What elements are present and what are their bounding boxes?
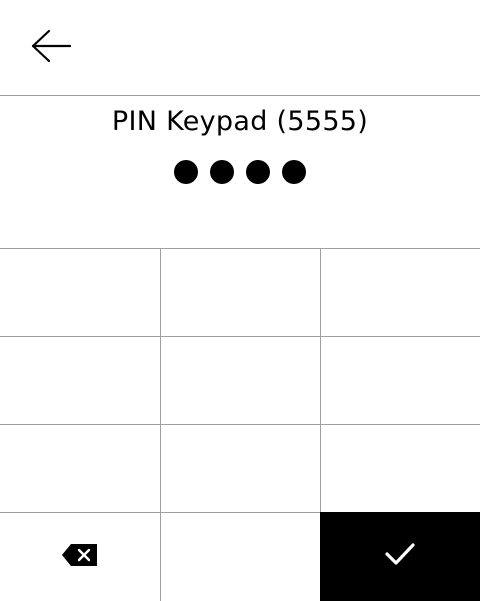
pin-dot: [282, 160, 306, 184]
keypad-key[interactable]: [0, 425, 161, 513]
check-icon: [384, 540, 416, 573]
header-bar: [0, 0, 480, 96]
pin-indicator: [0, 158, 480, 186]
keypad-key[interactable]: [321, 249, 480, 337]
back-button[interactable]: [22, 24, 80, 72]
backspace-button[interactable]: [0, 513, 161, 601]
keypad-key[interactable]: [161, 249, 321, 337]
backspace-icon: [61, 541, 99, 574]
confirm-button[interactable]: [320, 512, 480, 601]
pin-dot: [174, 160, 198, 184]
keypad-key[interactable]: [0, 337, 161, 425]
keypad-key[interactable]: [0, 249, 161, 337]
keypad-key[interactable]: [161, 337, 321, 425]
keypad-key[interactable]: [161, 425, 321, 513]
keypad-key[interactable]: [161, 513, 321, 601]
pin-dot: [246, 160, 270, 184]
page-title: PIN Keypad (5555): [111, 106, 369, 137]
arrow-left-icon: [30, 29, 72, 67]
pin-dot: [210, 160, 234, 184]
keypad-key[interactable]: [321, 337, 480, 425]
keypad: [0, 248, 480, 601]
keypad-key[interactable]: [321, 425, 480, 513]
